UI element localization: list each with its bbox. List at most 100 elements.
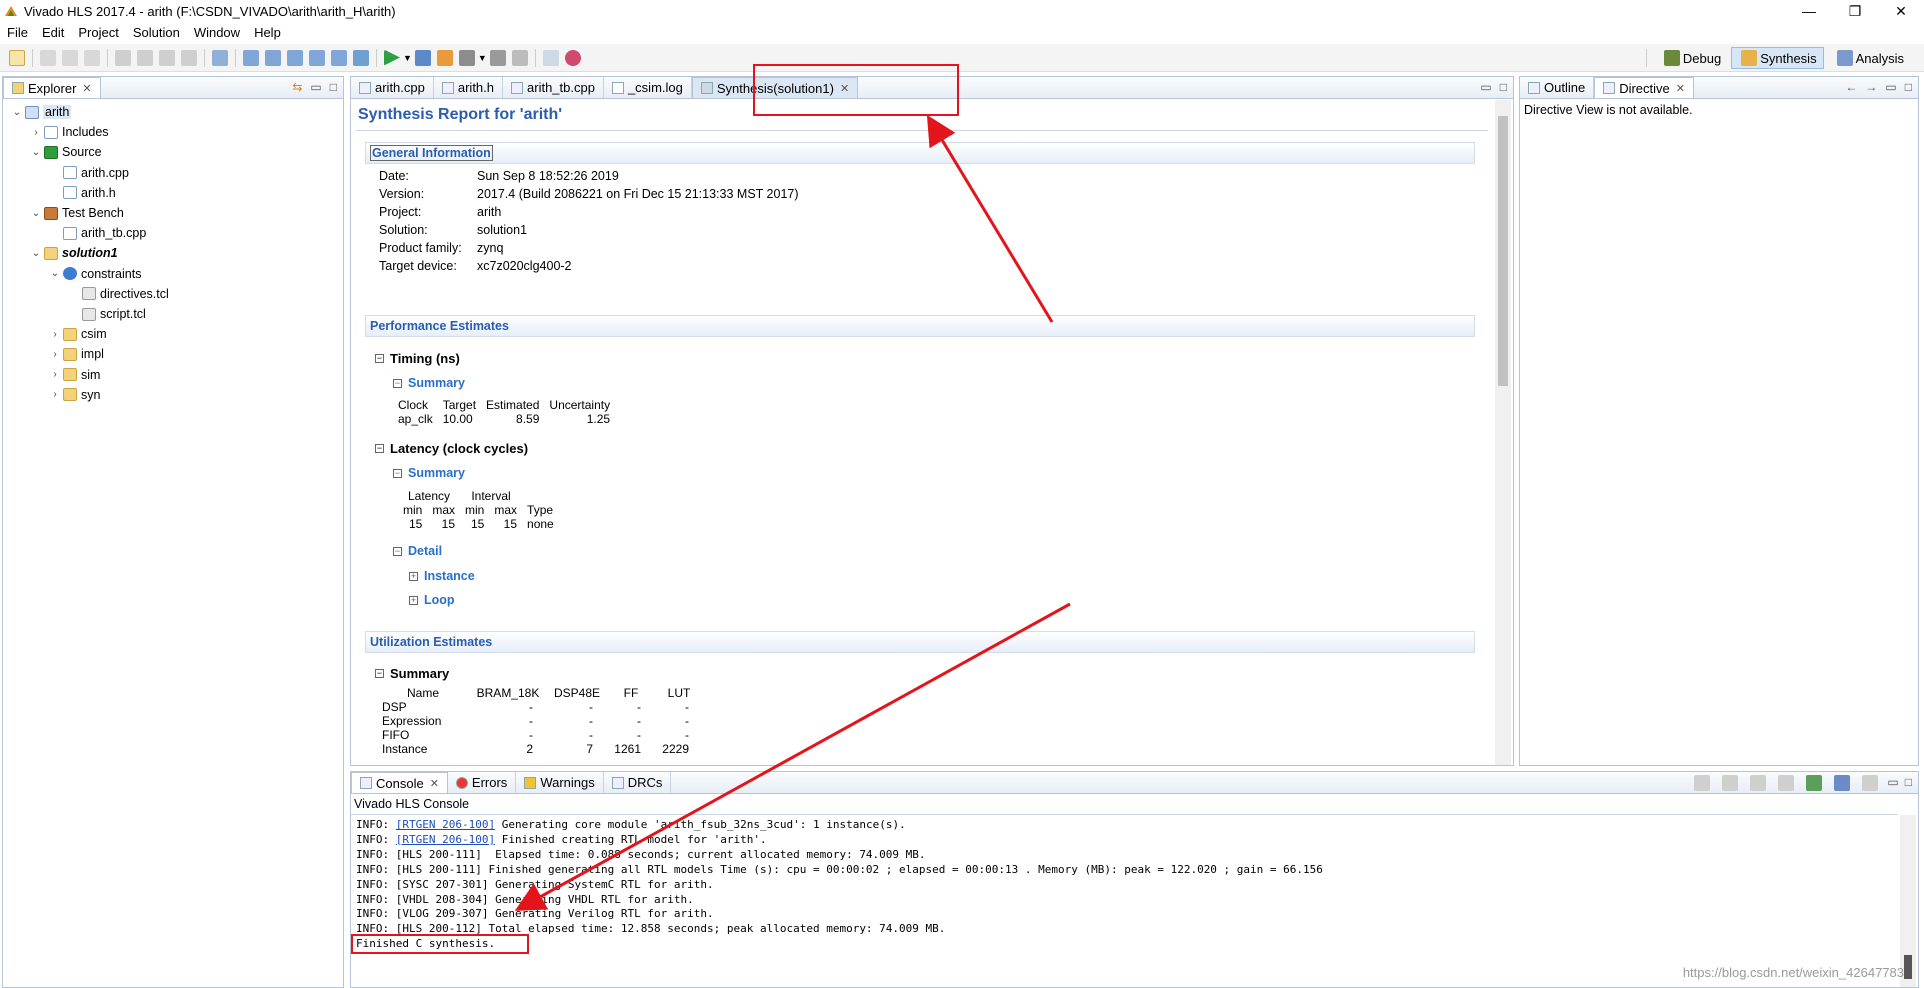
rebuild-icon[interactable] [353,49,369,66]
tree-item[interactable]: ⌄ Test Bench [30,205,124,221]
latency-section[interactable]: − Latency (clock cycles) [375,441,528,456]
run-c-simulation-icon[interactable] [384,49,400,66]
save-as-icon[interactable] [62,49,78,66]
link-editor-icon[interactable]: ⇆ [292,80,302,94]
compare-reports-icon[interactable] [542,49,559,66]
expand-icon[interactable]: + [409,571,418,581]
report-scrollbar[interactable] [1495,100,1511,765]
general-info-header[interactable]: General Information [365,142,1475,164]
collapsed-chevron-icon[interactable]: › [49,349,61,360]
tree-item[interactable]: arith.cpp [49,165,129,181]
expanded-chevron-icon[interactable]: ⌄ [11,107,23,118]
minimize-button[interactable]: — [1786,0,1832,22]
close-window-button[interactable]: ✕ [1878,0,1924,22]
tab-drcs[interactable]: DRCs [604,772,672,793]
console-scrollbar[interactable] [1900,815,1916,987]
tree-item[interactable]: script.tcl [68,306,146,322]
tab-directive[interactable]: Directive ✕ [1594,77,1694,98]
tree-item[interactable]: ⌄ arith [11,104,72,120]
expanded-chevron-icon[interactable]: ⌄ [30,147,42,158]
detail-section[interactable]: − Detail [393,544,442,558]
collapse-icon[interactable]: − [393,378,402,388]
tab-arith-tb-cpp[interactable]: arith_tb.cpp [503,77,604,98]
open-report-icon[interactable] [511,49,528,66]
run-c-synthesis-icon[interactable] [414,49,431,66]
solution-settings-icon[interactable] [309,49,325,66]
collapse-icon[interactable]: − [375,669,384,678]
minimize-panel-icon[interactable]: ▭ [310,80,321,94]
detail-instance[interactable]: + Instance [409,569,475,583]
export-rtl-icon[interactable] [458,49,475,66]
performance-header[interactable]: Performance Estimates [365,315,1475,337]
menu-help[interactable]: Help [247,25,288,40]
display-console-icon[interactable] [1806,775,1823,791]
index-source-icon[interactable] [331,49,347,66]
maximize-panel-icon[interactable]: □ [330,80,337,94]
tree-item[interactable]: arith_tb.cpp [49,225,146,241]
expand-icon[interactable]: + [409,595,418,605]
expanded-chevron-icon[interactable]: ⌄ [49,268,61,279]
print-icon[interactable] [212,49,228,66]
perspective-analysis[interactable]: Analysis [1828,47,1910,69]
run-cosimulation-icon[interactable] [436,49,453,66]
maximize-panel-icon[interactable]: □ [1905,775,1912,791]
utilization-header[interactable]: Utilization Estimates [365,631,1475,653]
tab-arith-h[interactable]: arith.h [434,77,504,98]
scrollbar-thumb[interactable] [1498,116,1508,386]
menu-project[interactable]: Project [71,25,125,40]
tab-arith-cpp[interactable]: arith.cpp [351,77,434,98]
tab-console[interactable]: Console ✕ [351,772,448,793]
console-link[interactable]: [RTGEN 206-100] [396,818,495,831]
tab-csim-log[interactable]: _csim.log [604,77,692,98]
paste-icon[interactable] [159,49,175,66]
tree-item[interactable]: › Includes [30,124,108,140]
collapsed-chevron-icon[interactable]: › [49,329,61,340]
minimize-panel-icon[interactable]: ▭ [1885,80,1896,94]
new-project-icon[interactable] [243,49,259,66]
collapse-icon[interactable]: − [393,546,402,556]
perspective-debug[interactable]: Debug [1655,47,1727,69]
clear-console-icon[interactable] [1694,775,1711,791]
scroll-lock-icon[interactable] [1722,775,1739,791]
collapsed-chevron-icon[interactable]: › [49,389,61,400]
close-icon[interactable]: ✕ [82,82,91,95]
export-dropdown-icon[interactable]: ▼ [478,53,487,63]
close-icon[interactable]: ✕ [1676,82,1685,95]
timing-summary[interactable]: − Summary [393,376,465,390]
scrollbar-thumb[interactable] [1904,955,1912,979]
menu-window[interactable]: Window [187,25,247,40]
new-solution-icon[interactable] [287,49,303,66]
collapse-icon[interactable]: − [375,444,384,453]
tree-item[interactable]: › sim [49,367,100,383]
tree-item[interactable]: › csim [49,326,106,342]
expanded-chevron-icon[interactable]: ⌄ [30,208,42,219]
tree-item[interactable]: ⌄ solution1 [30,245,118,261]
open-wave-viewer-icon[interactable] [564,49,581,66]
open-console-icon[interactable] [1834,775,1851,791]
timing-section[interactable]: − Timing (ns) [375,351,460,366]
collapse-icon[interactable]: − [393,468,402,478]
menu-edit[interactable]: Edit [35,25,71,40]
new-console-icon[interactable] [1862,775,1879,791]
save-icon[interactable] [40,49,56,66]
tree-item[interactable]: › syn [49,387,100,403]
perspective-synthesis[interactable]: Synthesis [1731,47,1824,69]
console-link[interactable]: [RTGEN 206-100] [396,833,495,846]
new-file-icon[interactable] [9,49,25,66]
back-arrow-icon[interactable]: ← [1845,80,1857,94]
tree-item[interactable]: arith.h [49,185,116,201]
minimize-panel-icon[interactable]: ▭ [1480,80,1491,94]
delete-icon[interactable] [181,49,197,66]
collapsed-chevron-icon[interactable]: › [30,127,42,138]
copy-icon[interactable] [137,49,153,66]
forward-arrow-icon[interactable]: → [1865,80,1877,94]
close-icon[interactable]: ✕ [430,777,439,790]
stop-icon[interactable] [489,49,506,66]
project-settings-icon[interactable] [265,49,281,66]
maximize-panel-icon[interactable]: □ [1905,80,1912,94]
cut-icon[interactable] [115,49,131,66]
tree-item[interactable]: ⌄ constraints [49,266,142,282]
detail-loop[interactable]: + Loop [409,593,455,607]
run-dropdown-icon[interactable]: ▼ [403,53,412,63]
explorer-tab[interactable]: Explorer ✕ [3,77,101,98]
